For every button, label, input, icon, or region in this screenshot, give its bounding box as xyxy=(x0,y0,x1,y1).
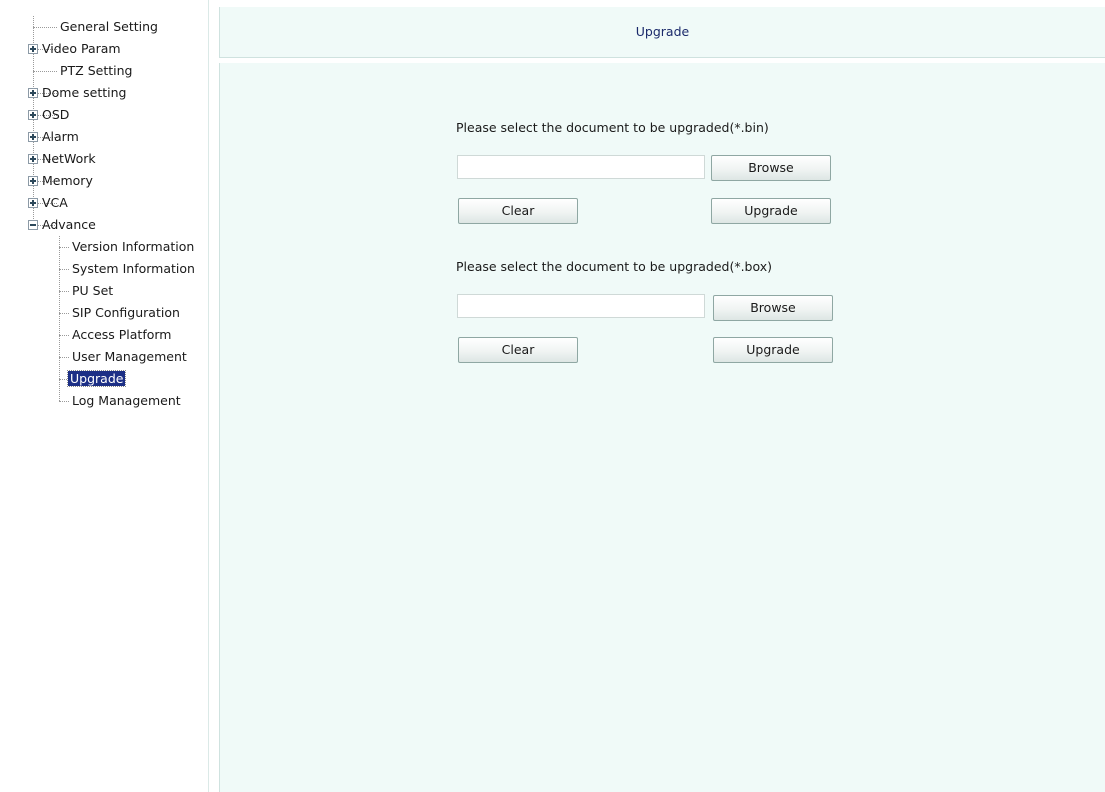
tree-item-user-management[interactable]: User Management xyxy=(70,346,189,368)
tree-connector xyxy=(59,291,69,292)
box-file-input[interactable] xyxy=(457,294,705,318)
tree-item-version-information[interactable]: Version Information xyxy=(70,236,196,258)
tree-item-log-management[interactable]: Log Management xyxy=(70,390,183,412)
tree-item-upgrade[interactable]: Upgrade xyxy=(66,368,127,390)
settings-tree: General Setting Video Param PTZ Setting … xyxy=(0,0,209,792)
tree-item-label: Access Platform xyxy=(72,327,172,342)
tree-connector xyxy=(33,71,57,72)
bin-file-input[interactable] xyxy=(457,155,705,179)
expand-plus-icon[interactable] xyxy=(28,132,38,142)
tree-item-advance[interactable]: Advance xyxy=(40,214,98,236)
tree-item-alarm[interactable]: Alarm xyxy=(40,126,81,148)
bin-browse-button[interactable]: Browse xyxy=(711,155,831,181)
tree-item-access-platform[interactable]: Access Platform xyxy=(70,324,173,346)
tree-item-label: User Management xyxy=(72,349,187,364)
tree-item-label: Version Information xyxy=(72,239,195,254)
tree-item-label: Dome setting xyxy=(42,85,127,100)
tree-item-label: SIP Configuration xyxy=(72,305,180,320)
tree-item-label: Log Management xyxy=(72,393,181,408)
expand-plus-icon[interactable] xyxy=(28,176,38,186)
tree-item-ptz-setting[interactable]: PTZ Setting xyxy=(58,60,134,82)
tree-item-dome-setting[interactable]: Dome setting xyxy=(40,82,128,104)
tree-item-label: Upgrade xyxy=(66,370,127,387)
tree-item-pu-set[interactable]: PU Set xyxy=(70,280,115,302)
tree-item-general-setting[interactable]: General Setting xyxy=(58,16,160,38)
expand-plus-icon[interactable] xyxy=(28,154,38,164)
tree-item-label: PTZ Setting xyxy=(60,63,133,78)
panel-header: Upgrade xyxy=(219,7,1105,58)
tree-item-sip-configuration[interactable]: SIP Configuration xyxy=(70,302,182,324)
tree-item-memory[interactable]: Memory xyxy=(40,170,95,192)
tree-connector xyxy=(59,247,69,248)
tree-connector xyxy=(59,335,69,336)
tree-item-osd[interactable]: OSD xyxy=(40,104,71,126)
bin-upgrade-button[interactable]: Upgrade xyxy=(711,198,831,224)
box-prompt: Please select the document to be upgrade… xyxy=(456,259,773,274)
expand-plus-icon[interactable] xyxy=(28,198,38,208)
tree-item-label: Video Param xyxy=(42,41,121,56)
bin-prompt: Please select the document to be upgrade… xyxy=(456,120,769,135)
top-strip xyxy=(209,0,1105,7)
tree-item-label: System Information xyxy=(72,261,195,276)
expand-plus-icon[interactable] xyxy=(28,44,38,54)
page-title: Upgrade xyxy=(635,24,690,39)
expand-plus-icon[interactable] xyxy=(28,88,38,98)
tree-connector xyxy=(59,357,69,358)
tree-connector xyxy=(59,313,69,314)
tree-item-label: VCA xyxy=(42,195,68,210)
box-clear-button[interactable]: Clear xyxy=(458,337,578,363)
tree-item-system-information[interactable]: System Information xyxy=(70,258,197,280)
collapse-minus-icon[interactable] xyxy=(28,220,38,230)
tree-item-label: NetWork xyxy=(42,151,96,166)
box-browse-button[interactable]: Browse xyxy=(713,295,833,321)
tree-connector xyxy=(33,27,57,28)
tree-item-video-param[interactable]: Video Param xyxy=(40,38,123,60)
tree-item-label: Alarm xyxy=(42,129,79,144)
tree-item-label: Memory xyxy=(42,173,93,188)
tree-item-label: General Setting xyxy=(60,19,158,34)
upgrade-panel: Please select the document to be upgrade… xyxy=(219,63,1105,792)
bin-clear-button[interactable]: Clear xyxy=(458,198,578,224)
tree-item-network[interactable]: NetWork xyxy=(40,148,98,170)
tree-connector xyxy=(59,269,69,270)
expand-plus-icon[interactable] xyxy=(28,110,38,120)
tree-connector xyxy=(59,401,69,402)
tree-item-vca[interactable]: VCA xyxy=(40,192,70,214)
tree-item-label: PU Set xyxy=(72,283,114,298)
box-upgrade-button[interactable]: Upgrade xyxy=(713,337,833,363)
tree-connector xyxy=(59,236,60,401)
tree-item-label: Advance xyxy=(42,217,96,232)
tree-item-label: OSD xyxy=(42,107,70,122)
